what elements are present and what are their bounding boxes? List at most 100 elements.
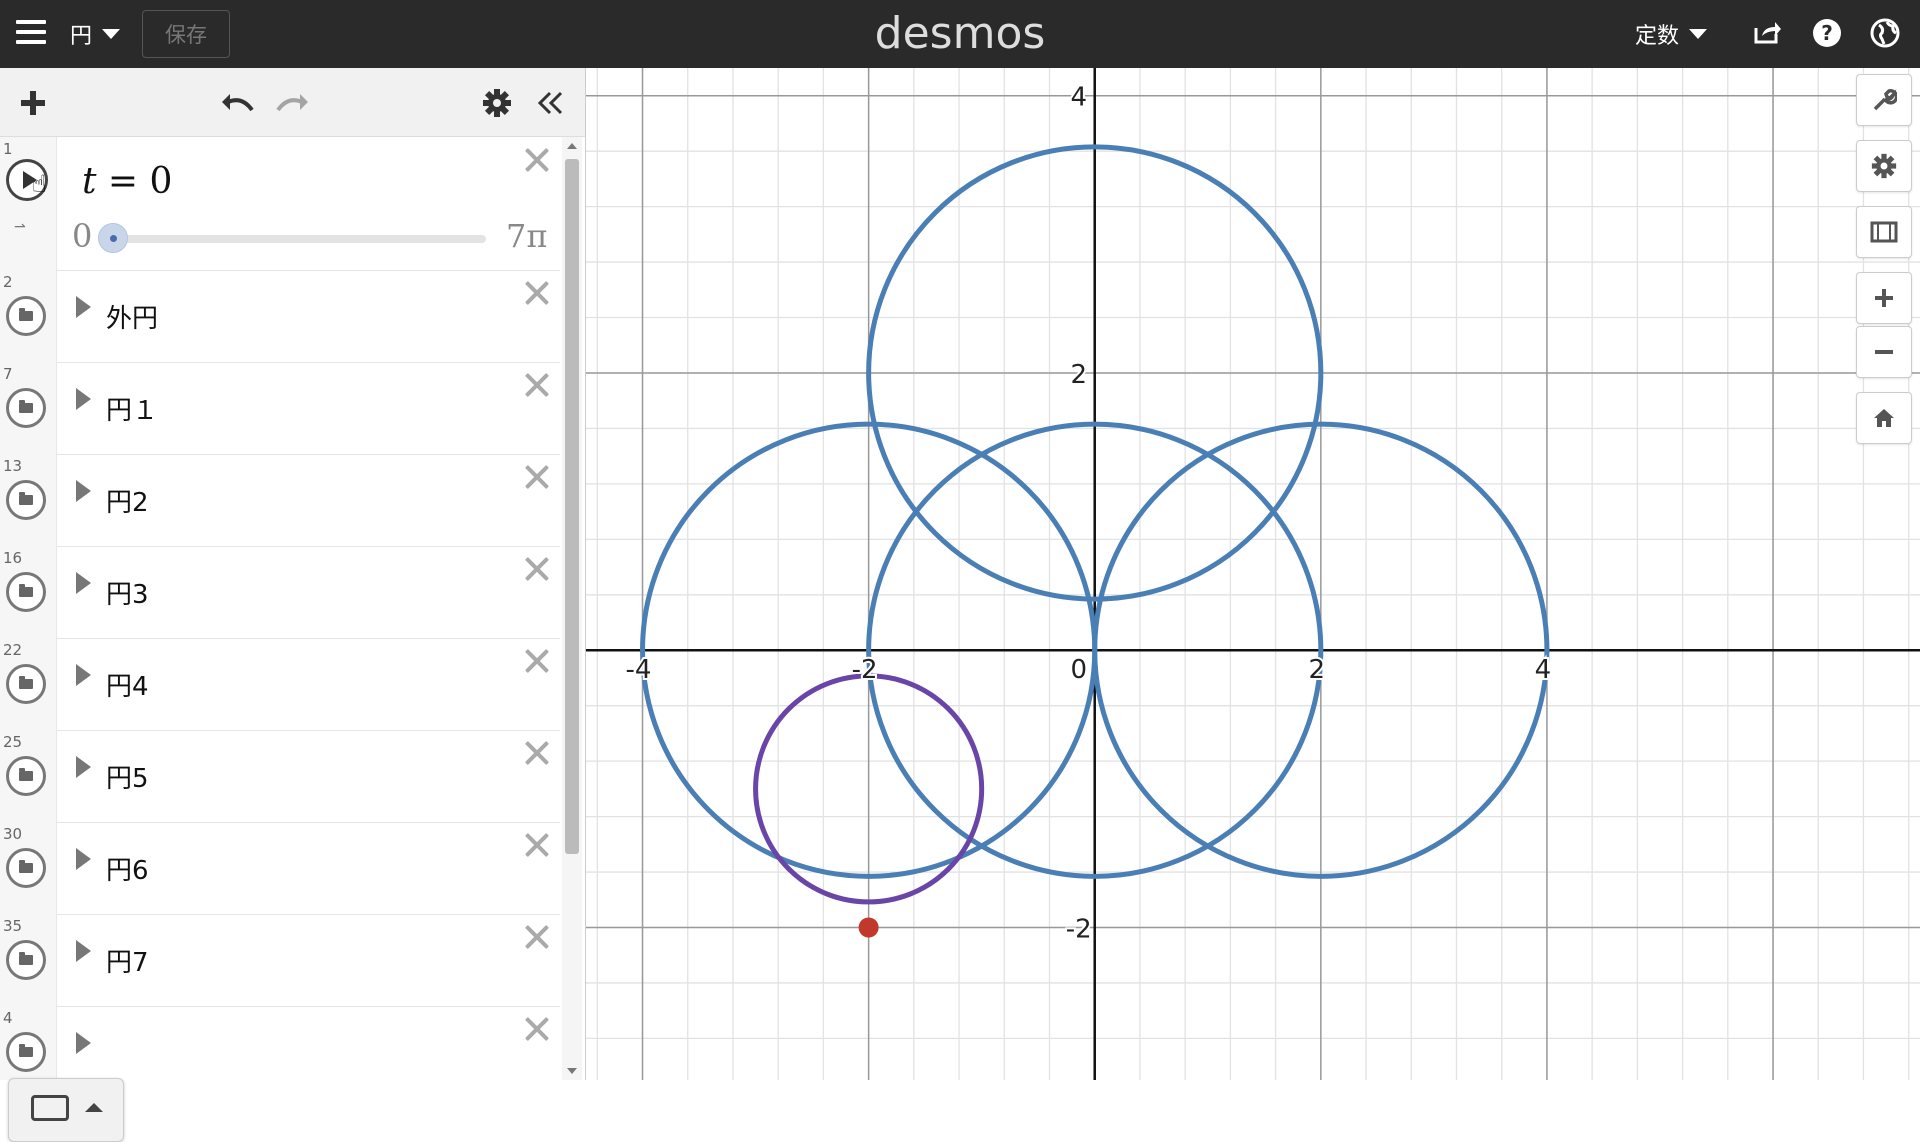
delete-expression-icon[interactable] [522,145,552,175]
expression-toolbar [0,68,585,137]
folder-icon[interactable] [6,296,46,336]
expand-triangle-icon[interactable] [76,480,91,502]
mode-dropdown[interactable]: 定数 [1635,18,1708,50]
expression-gutter: 4 [0,1006,57,1080]
x-tick-label: 2 [1309,655,1326,685]
scroll-up-icon[interactable] [567,143,577,149]
expand-triangle-icon[interactable] [76,756,91,778]
keyboard-toggle-button[interactable] [8,1078,124,1142]
slider-max[interactable]: 7π [506,217,547,255]
delete-expression-icon[interactable] [522,738,552,768]
delete-expression-icon[interactable] [522,830,552,860]
folder-label[interactable]: 円5 [106,758,149,795]
delete-expression-icon[interactable] [522,1014,552,1044]
slider-value: 0 [149,161,173,202]
expand-triangle-icon[interactable] [76,572,91,594]
expression-scrollbar[interactable] [562,137,582,1080]
chevron-down-icon [102,29,121,39]
folder-label[interactable]: 円2 [106,482,149,519]
expression-number: 4 [3,1009,13,1027]
globe-icon[interactable] [1868,16,1902,50]
folder-label[interactable]: 円4 [106,666,149,703]
equals-sign: = [107,161,139,202]
folder-label[interactable]: 円3 [106,574,149,611]
save-button[interactable]: 保存 [142,10,230,58]
folder-label[interactable]: 円１ [106,390,158,427]
expression-number: 7 [3,365,13,383]
folder-label[interactable]: 外円 [106,298,158,335]
home-icon[interactable] [1856,392,1912,444]
slider-min[interactable]: 0 [72,217,92,255]
folder-icon[interactable] [6,388,46,428]
expand-triangle-icon[interactable] [76,940,91,962]
zoom-out-icon[interactable] [1856,326,1912,378]
folder-expression[interactable]: 16 円3 [0,546,560,639]
slider-handle[interactable] [98,223,128,253]
wrench-icon[interactable] [1856,74,1912,126]
graph-settings-icon[interactable] [1856,140,1912,192]
undo-icon[interactable] [218,84,256,122]
delete-expression-icon[interactable] [522,554,552,584]
expression-number: 22 [3,641,23,659]
gear-icon[interactable] [478,84,516,122]
expression-number: 13 [3,457,23,475]
x-tick-label: 0 [1070,655,1087,685]
slider-equation[interactable]: t = 0 [82,161,172,202]
share-icon[interactable] [1750,16,1784,50]
expand-triangle-icon[interactable] [76,1032,91,1054]
scroll-down-icon[interactable] [567,1068,577,1074]
delete-expression-icon[interactable] [522,278,552,308]
expression-gutter: 35 [0,914,57,1006]
slider-expression[interactable]: 1 ☝ ⇀ t = 0 0 7π [0,137,560,271]
top-bar: 円 保存 desmos 定数 ? [0,0,1920,68]
folder-expression[interactable]: 35 円7 [0,914,560,1007]
folder-icon[interactable] [6,572,46,612]
expand-triangle-icon[interactable] [76,296,91,318]
graph-title-dropdown[interactable]: 円 [70,18,121,50]
folder-expression[interactable]: 7 円１ [0,362,560,455]
folder-label[interactable]: 円7 [106,942,149,979]
expression-panel: 1 ☝ ⇀ t = 0 0 7π 2 外円 7 円１ 13 円2 16 円3 22 円4 25 円5 3… [0,68,586,1142]
redo-icon[interactable] [274,84,312,122]
delete-expression-icon[interactable] [522,462,552,492]
slider-track[interactable] [112,235,486,243]
expression-gutter: 2 [0,270,57,362]
film-icon[interactable] [1856,206,1912,258]
collapse-panel-icon[interactable] [532,84,570,122]
folder-label[interactable]: 円6 [106,850,149,887]
folder-icon[interactable] [6,664,46,704]
folder-expression[interactable]: 4 [0,1006,560,1080]
folder-icon[interactable] [6,1032,46,1072]
graph-paper[interactable]: -4 -2 0 2 4 4 2 -2 [586,68,1920,1080]
folder-icon[interactable] [6,848,46,888]
folder-icon[interactable] [6,480,46,520]
expand-triangle-icon[interactable] [76,848,91,870]
expression-number: 30 [3,825,23,843]
folder-expression[interactable]: 30 円6 [0,822,560,915]
zoom-in-icon[interactable] [1856,272,1912,324]
scroll-thumb[interactable] [565,159,579,854]
chevron-down-icon [1689,29,1708,39]
chevron-up-icon [85,1103,103,1112]
delete-expression-icon[interactable] [522,370,552,400]
slider-properties-icon[interactable]: ⇀ [14,219,26,235]
graph-canvas[interactable]: -4 -2 0 2 4 4 2 -2 [586,68,1920,1080]
expression-list: 1 ☝ ⇀ t = 0 0 7π 2 外円 7 円１ 13 円2 16 円3 22 円4 25 円5 3… [0,137,560,1080]
point-marker [858,917,879,938]
folder-expression[interactable]: 2 外円 [0,270,560,363]
add-expression-icon[interactable] [14,84,52,122]
folder-icon[interactable] [6,940,46,980]
expand-triangle-icon[interactable] [76,388,91,410]
delete-expression-icon[interactable] [522,922,552,952]
folder-expression[interactable]: 22 円4 [0,638,560,731]
hamburger-menu-icon[interactable] [16,20,46,46]
slider-variable: t [82,161,97,202]
expression-gutter: 13 [0,454,57,546]
y-tick-label: -2 [1066,915,1092,945]
folder-icon[interactable] [6,756,46,796]
delete-expression-icon[interactable] [522,646,552,676]
expand-triangle-icon[interactable] [76,664,91,686]
folder-expression[interactable]: 25 円5 [0,730,560,823]
folder-expression[interactable]: 13 円2 [0,454,560,547]
help-icon[interactable]: ? [1810,16,1844,50]
